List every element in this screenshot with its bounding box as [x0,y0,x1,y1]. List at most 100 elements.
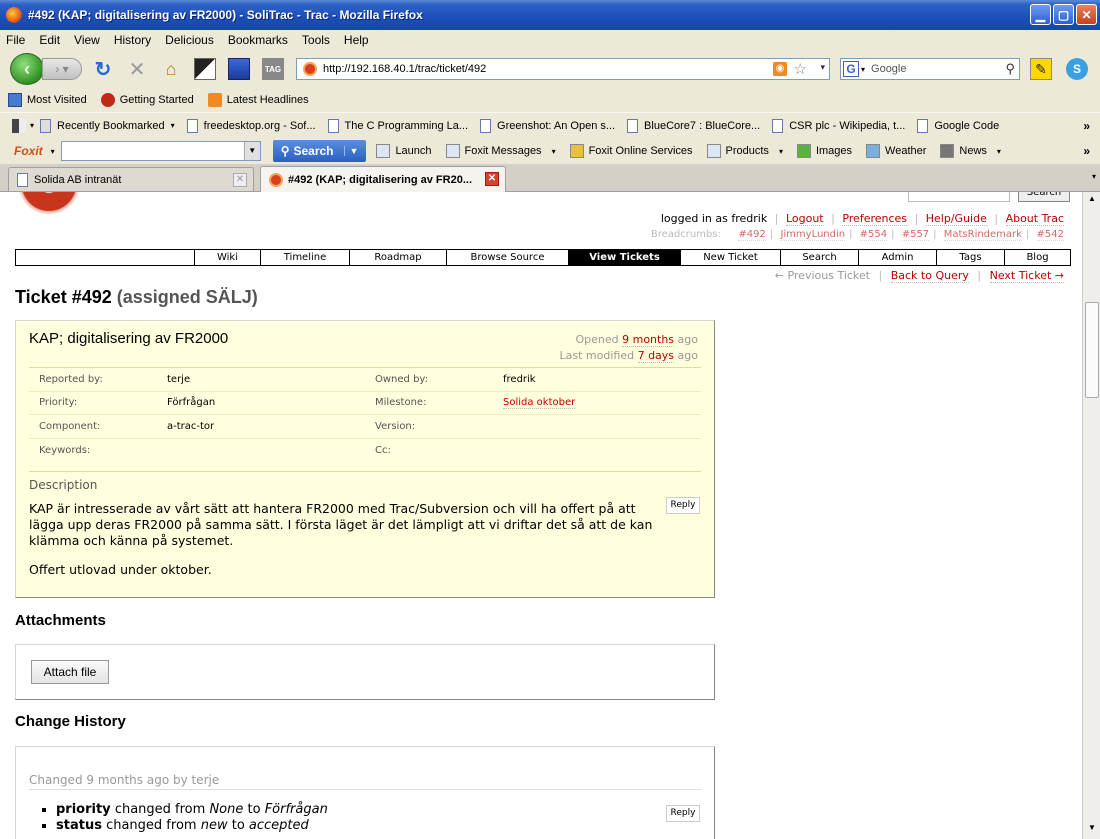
skype-icon[interactable]: S [1066,58,1088,80]
foxit-images[interactable]: Images [796,144,852,158]
nav-admin[interactable]: Admin [858,250,936,265]
trac-search-button[interactable]: Search [1018,192,1070,202]
menu-view[interactable]: View [74,33,100,47]
scroll-down-icon[interactable]: ▼ [1085,823,1099,837]
search-input[interactable]: Google [871,63,906,75]
menu-tools[interactable]: Tools [302,33,330,47]
maximize-button[interactable]: ▢ [1053,4,1074,25]
bookmark-item[interactable]: CSR plc - Wikipedia, t... [772,118,905,133]
nav-blog[interactable]: Blog [1004,250,1070,265]
bookmark-item[interactable]: Google Code [917,118,999,133]
logout-link[interactable]: Logout [785,212,824,226]
nav-roadmap[interactable]: Roadmap [349,250,446,265]
screenshot-tool-icon[interactable] [194,58,216,80]
foxit-search-input[interactable]: ▼ [60,141,261,161]
bookmark-item[interactable]: Greenshot: An Open s... [480,118,615,133]
next-ticket-link[interactable]: Next Ticket → [989,269,1064,283]
tab-solida-intranet[interactable]: Solida AB intranät ✕ [8,167,254,191]
engine-dropdown-icon[interactable]: ▾ [861,65,865,74]
breadcrumb-item[interactable]: #492 [738,229,766,241]
stop-icon[interactable]: ✕ [126,58,148,81]
home-icon[interactable]: ⌂ [160,58,182,80]
breadcrumb-item[interactable]: #554 [859,229,888,241]
bookmark-item[interactable]: freedesktop.org - Sof... [186,118,316,133]
bookmark-page-icon[interactable] [228,58,250,80]
url-text[interactable]: http://192.168.40.1/trac/ticket/492 [323,63,486,75]
recently-bookmarked[interactable]: ▾ Recently Bookmarked ▾ [12,118,175,133]
breadcrumb-item[interactable]: #542 [1036,229,1064,241]
news-icon [940,144,955,158]
scroll-up-icon[interactable]: ▲ [1085,194,1099,208]
rss-feed-icon[interactable]: ◉ [773,62,787,76]
forward-button[interactable]: › ▾ [42,58,82,80]
menu-bookmarks[interactable]: Bookmarks [228,33,288,47]
search-icon[interactable]: ⚲ [1005,61,1015,77]
menu-history[interactable]: History [114,33,151,47]
help-guide-link[interactable]: Help/Guide [925,212,987,226]
ticket-summary: KAP; digitalisering av FR2000 [29,330,229,347]
minimize-button[interactable]: ▁ [1030,4,1051,25]
dropdown-icon[interactable]: ▾ [51,147,55,156]
foxit-online-services[interactable]: Foxit Online Services [569,144,693,158]
menu-edit[interactable]: Edit [39,33,60,47]
preferences-link[interactable]: Preferences [842,212,908,226]
bookmark-star-icon[interactable]: ☆ [794,60,807,78]
opened-timeline-link[interactable]: 9 months [622,333,675,347]
nav-browse-source[interactable]: Browse Source [446,250,568,265]
scrollbar-thumb[interactable] [1085,302,1099,398]
highlighter-icon[interactable]: ✎ [1030,58,1052,80]
search-engine-bar[interactable]: G ▾ Google ⚲ [840,58,1020,80]
url-bar[interactable]: http://192.168.40.1/trac/ticket/492 ◉ ☆ … [296,58,830,80]
back-button[interactable]: ‹ [10,53,44,85]
tab-ticket-492[interactable]: #492 (KAP; digitalisering av FR20... ✕ [260,166,506,192]
google-icon[interactable]: G [843,61,859,77]
foxit-messages[interactable]: Foxit Messages ▾ [445,144,556,158]
back-arrow-icon: ‹ [24,58,30,79]
attach-file-button[interactable]: Attach file [31,660,109,684]
close-tab-icon[interactable]: ✕ [233,173,247,187]
change-timeline-link[interactable]: 9 months [86,773,143,787]
bookmark-latest-headlines[interactable]: Latest Headlines [207,93,309,107]
foxit-news[interactable]: News ▾ [940,144,1001,158]
nav-wiki[interactable]: Wiki [194,250,260,265]
bookmark-getting-started[interactable]: Getting Started [100,93,194,107]
menu-delicious[interactable]: Delicious [165,33,214,47]
tag-icon[interactable]: TAG [262,58,284,80]
modified-timeline-link[interactable]: 7 days [637,349,675,363]
close-tab-icon[interactable]: ✕ [485,172,499,186]
breadcrumb-item[interactable]: MatsRindemark [943,229,1022,241]
url-dropdown-icon[interactable]: ▾ [820,62,825,73]
nav-search[interactable]: Search [780,250,858,265]
nav-new-ticket[interactable]: New Ticket [680,250,780,265]
foxit-weather[interactable]: Weather [866,144,926,158]
breadcrumb-item[interactable]: #557 [901,229,930,241]
foxit-item-label: Products [725,145,769,157]
trac-search-input[interactable] [908,192,1010,202]
nav-tags[interactable]: Tags [936,250,1004,265]
chevron-down-icon[interactable]: ▼ [243,142,260,160]
close-window-button[interactable]: ✕ [1076,4,1097,25]
nav-view-tickets[interactable]: View Tickets [568,250,680,265]
menu-file[interactable]: File [6,33,25,47]
menu-help[interactable]: Help [344,33,369,47]
trac-logo[interactable] [18,192,80,216]
chevron-overflow-icon[interactable]: » [1083,144,1090,158]
bookmark-most-visited[interactable]: Most Visited [8,93,87,107]
vertical-scrollbar[interactable]: ▲ ▼ [1082,192,1100,839]
foxit-search-button[interactable]: ⚲ Search ▼ [272,140,367,162]
breadcrumb-item[interactable]: JimmyLundin [780,229,846,241]
nav-timeline[interactable]: Timeline [260,250,349,265]
back-to-query-link[interactable]: Back to Query [890,269,969,283]
chevron-overflow-icon[interactable]: » [1083,119,1090,133]
reload-icon[interactable]: ↻ [92,58,114,81]
foxit-launch[interactable]: Launch [376,144,432,158]
chevron-down-icon[interactable]: ▼ [343,146,358,156]
reply-button[interactable]: Reply [666,497,700,514]
bookmark-item[interactable]: The C Programming La... [327,118,468,133]
reply-button[interactable]: Reply [666,805,700,822]
about-trac-link[interactable]: About Trac [1005,212,1064,226]
milestone-link[interactable]: Solida oktober [503,397,576,410]
foxit-products[interactable]: Products ▾ [706,144,783,158]
bookmark-item[interactable]: BlueCore7 : BlueCore... [627,118,760,133]
tab-list-dropdown-icon[interactable]: ▾ [1092,172,1096,181]
